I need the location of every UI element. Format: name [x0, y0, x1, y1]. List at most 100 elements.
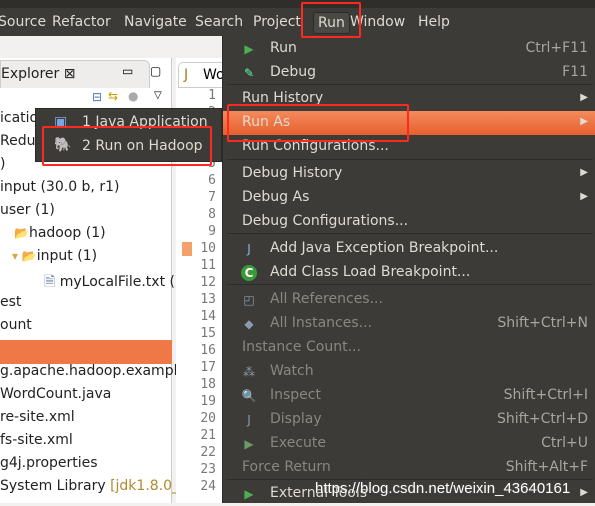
tree-item-label: System Library [0, 478, 111, 494]
menu-item-label: Run [270, 40, 297, 56]
tree-item-label: myLocalFile.txt (30 [59, 274, 193, 290]
tree-item[interactable]: 🗎 myLocalFile.txt (30 [44, 271, 193, 295]
menu-item-add-class-load-breakpoint[interactable]: C Add Class Load Breakpoint... [223, 261, 595, 285]
shortcut-label: Ctrl+F11 [525, 40, 588, 56]
menu-item-display[interactable]: J Display Shift+Ctrl+D [223, 408, 595, 432]
shortcut-label: Shift+Ctrl+D [497, 411, 588, 427]
line-number: 13 [200, 292, 216, 307]
tree-item[interactable]: input (30.0 b, r1) [0, 179, 119, 195]
shortcut-label: Shift+Ctrl+I [503, 387, 588, 403]
menu-item-debug-as[interactable]: Debug As ▶ [223, 186, 595, 210]
annotation-box-run-on-hadoop [42, 126, 212, 166]
line-number: 1 [208, 88, 216, 103]
folder-icon: 📂 [14, 226, 29, 240]
menu-item-debug-history[interactable]: Debug History ▶ [223, 162, 595, 186]
menu-item-label: Force Return [242, 459, 331, 475]
menu-project[interactable]: Project [253, 14, 301, 30]
tree-item[interactable]: WordCount.java [0, 386, 111, 402]
tree-item[interactable]: g.apache.hadoop.example [0, 363, 186, 379]
menu-bar: Source Refactor Navigate Search Project Run Wi… [0, 8, 595, 36]
annotation-box-run-as [227, 104, 409, 142]
tree-item-label: ) [0, 156, 6, 172]
line-number: 7 [208, 190, 216, 205]
menu-item-label: Debug As [242, 189, 310, 205]
maximize-icon[interactable]: ▢ [150, 64, 161, 78]
menu-item-label: Execute [270, 435, 326, 451]
line-number: 9 [208, 224, 216, 239]
class-breakpoint-icon: C [241, 265, 257, 281]
menu-item-force-return[interactable]: Force Return Shift+Alt+F [223, 456, 595, 480]
tree-item[interactable]: g4j.properties [0, 455, 98, 471]
tree-item[interactable]: re-site.xml [0, 409, 75, 425]
tree-item[interactable]: ▾ 📂input (1) [12, 248, 97, 264]
execute-icon: ▶ [244, 437, 254, 451]
menu-item-label: Display [270, 411, 322, 427]
menu-refactor[interactable]: Refactor [52, 14, 111, 30]
tree-item[interactable]: est [0, 294, 21, 310]
selected-row[interactable] [0, 340, 172, 364]
line-number: 6 [208, 173, 216, 188]
line-number: 23 [200, 462, 216, 477]
line-number: 8 [208, 207, 216, 222]
line-number: 19 [200, 394, 216, 409]
menu-item-label: Add Class Load Breakpoint... [270, 264, 471, 280]
tree-item-label: g.apache.hadoop.example [0, 363, 187, 379]
annotation-box-run [301, 2, 361, 38]
tree-item[interactable]: user (1) [0, 202, 55, 218]
exception-breakpoint-icon: J [247, 242, 251, 256]
submenu-arrow-icon: ▶ [580, 167, 588, 178]
tree-item-label: WordCount.java [0, 386, 112, 402]
menu-item-label: Add Java Exception Breakpoint... [270, 240, 499, 256]
shortcut-label: Ctrl+U [541, 435, 588, 451]
line-number: 10 [200, 241, 216, 256]
menu-item-all-instances[interactable]: ◆ All Instances... Shift+Ctrl+N [223, 312, 595, 336]
tree-item-label: re-site.xml [0, 409, 75, 425]
menu-search[interactable]: Search [195, 14, 243, 30]
inspect-icon: 🔍 [241, 389, 257, 403]
menu-item-execute[interactable]: ▶ Execute Ctrl+U [223, 432, 595, 456]
minimize-icon[interactable]: ▭ [122, 64, 133, 78]
view-menu-icon[interactable]: ▽ [154, 90, 162, 101]
watermark: https://blog.csdn.net/weixin_43640161 [315, 480, 571, 497]
tree-item[interactable]: Redu [0, 133, 35, 149]
tree-item[interactable]: fs-site.xml [0, 432, 73, 448]
menu-item-run[interactable]: ▶ Run Ctrl+F11 [223, 37, 595, 61]
menu-item-label: Inspect [270, 387, 321, 403]
submenu-arrow-icon: ▶ [580, 92, 588, 103]
menu-separator [227, 233, 593, 234]
editor-tab[interactable]: J Wo [178, 62, 228, 88]
menu-item-debug[interactable]: ✎ Debug F11 [223, 61, 595, 85]
tree-item-label: fs-site.xml [0, 432, 73, 448]
close-icon[interactable]: ⊠ [64, 66, 76, 82]
shortcut-label: Shift+Alt+F [505, 459, 588, 475]
link-editor-icon[interactable]: ⇆ [108, 89, 118, 103]
line-number: 15 [200, 326, 216, 341]
menu-item-instance-count[interactable]: Instance Count... [223, 336, 595, 360]
menu-source[interactable]: Source [0, 14, 46, 30]
menu-item-all-references[interactable]: ◰ All References... [223, 288, 595, 312]
tree-item-label: user (1) [0, 202, 55, 218]
menu-item-add-java-exception-breakpoint[interactable]: J Add Java Exception Breakpoint... [223, 237, 595, 261]
tree-item[interactable]: ) [0, 156, 5, 172]
line-number: 12 [200, 275, 216, 290]
tree-item[interactable]: ount [0, 317, 32, 333]
display-icon: J [247, 413, 251, 427]
tree-item-label: g4j.properties [0, 455, 98, 471]
folder-icon: ▾ 📂 [12, 249, 37, 263]
line-number: 21 [200, 428, 216, 443]
line-number: 16 [200, 343, 216, 358]
tree-item[interactable]: System Library [jdk1.8.0_1 [0, 478, 188, 494]
tree-item[interactable]: 📂hadoop (1) [14, 225, 106, 241]
collapse-all-icon[interactable]: ⊟ [92, 90, 102, 104]
menu-item-label: All Instances... [270, 315, 372, 331]
menu-item-watch[interactable]: ⁂ Watch [223, 360, 595, 384]
filter-icon[interactable]: ● [128, 89, 138, 103]
tree-item-label: est [0, 294, 22, 310]
menu-item-label: Instance Count... [242, 339, 361, 355]
line-number: 20 [200, 411, 216, 426]
menu-item-inspect[interactable]: 🔍 Inspect Shift+Ctrl+I [223, 384, 595, 408]
run-icon: ▶ [244, 42, 254, 56]
menu-help[interactable]: Help [418, 14, 450, 30]
menu-item-debug-configurations[interactable]: Debug Configurations... [223, 210, 595, 234]
menu-navigate[interactable]: Navigate [124, 14, 187, 30]
